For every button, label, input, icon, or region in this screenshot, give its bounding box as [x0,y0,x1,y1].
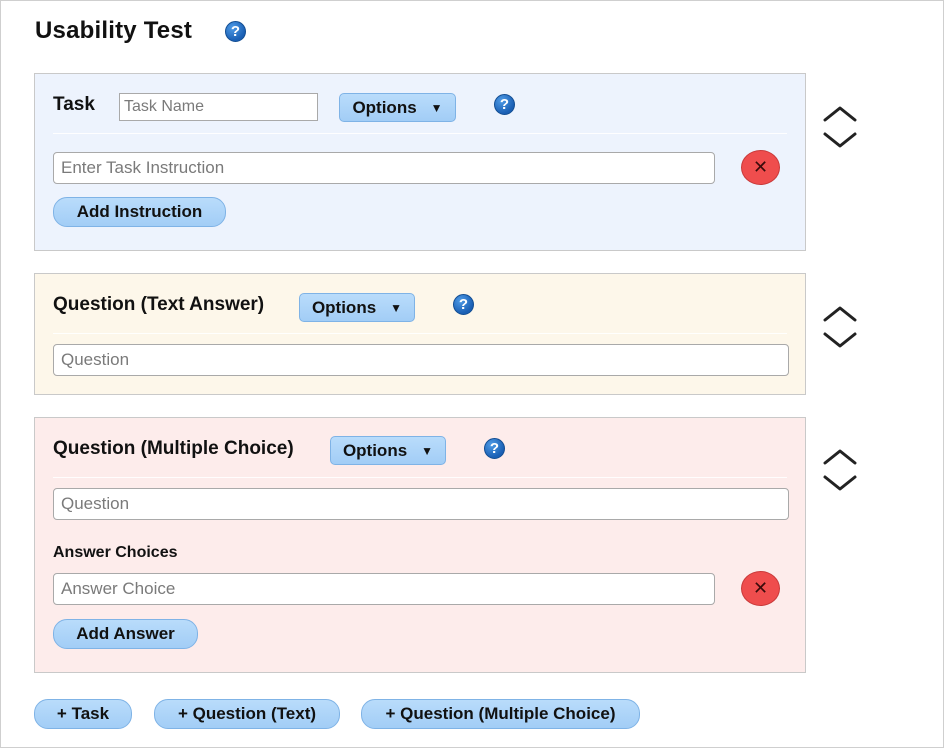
question-text-help-icon[interactable]: ? [453,294,474,315]
chevron-up-down-icon [823,306,857,348]
question-mc-options-button[interactable]: Options ▼ [330,436,446,465]
remove-instruction-button[interactable]: ✕ [741,150,780,185]
divider [53,477,787,478]
chevron-up-down-icon [823,449,857,491]
question-text-panel: Question (Text Answer) Options ▼ ? [34,273,806,395]
caret-down-icon: ▼ [430,100,443,115]
task-label: Task [53,94,95,115]
task-name-input[interactable] [119,93,318,121]
caret-down-icon: ▼ [421,443,434,458]
close-icon: ✕ [752,578,769,598]
add-task-button[interactable]: + Task [34,699,132,729]
divider [53,133,787,134]
answer-choice-input[interactable] [53,573,715,605]
question-mc-input[interactable] [53,488,789,520]
question-text-label: Question (Text Answer) [53,294,265,315]
close-icon: ✕ [752,157,769,177]
add-answer-button[interactable]: Add Answer [53,619,198,649]
question-mc-help-icon[interactable]: ? [484,438,505,459]
add-question-mc-button[interactable]: + Question (Multiple Choice) [361,699,640,729]
add-question-text-button[interactable]: + Question (Text) [154,699,340,729]
task-panel: Task Options ▼ ? ✕ Add Instruction [34,73,806,251]
question-text-move-handle[interactable] [821,303,859,351]
caret-down-icon: ▼ [390,300,403,315]
question-mc-panel: Question (Multiple Choice) Options ▼ ? A… [34,417,806,673]
task-options-button[interactable]: Options ▼ [339,93,456,122]
question-mc-move-handle[interactable] [821,446,859,494]
divider [53,333,787,334]
question-text-input[interactable] [53,344,789,376]
help-icon[interactable]: ? [225,21,246,42]
remove-answer-button[interactable]: ✕ [741,571,780,606]
options-label: Options [311,297,377,317]
options-label: Options [352,97,417,117]
answer-choices-label: Answer Choices [53,544,178,561]
question-text-options-button[interactable]: Options ▼ [299,293,415,322]
page-title: Usability Test [35,17,193,44]
task-instruction-input[interactable] [53,152,715,184]
chevron-up-down-icon [823,106,857,148]
task-help-icon[interactable]: ? [494,94,515,115]
options-label: Options [342,440,408,460]
task-move-handle[interactable] [821,103,859,151]
question-mc-label: Question (Multiple Choice) [53,438,294,459]
add-instruction-button[interactable]: Add Instruction [53,197,226,227]
